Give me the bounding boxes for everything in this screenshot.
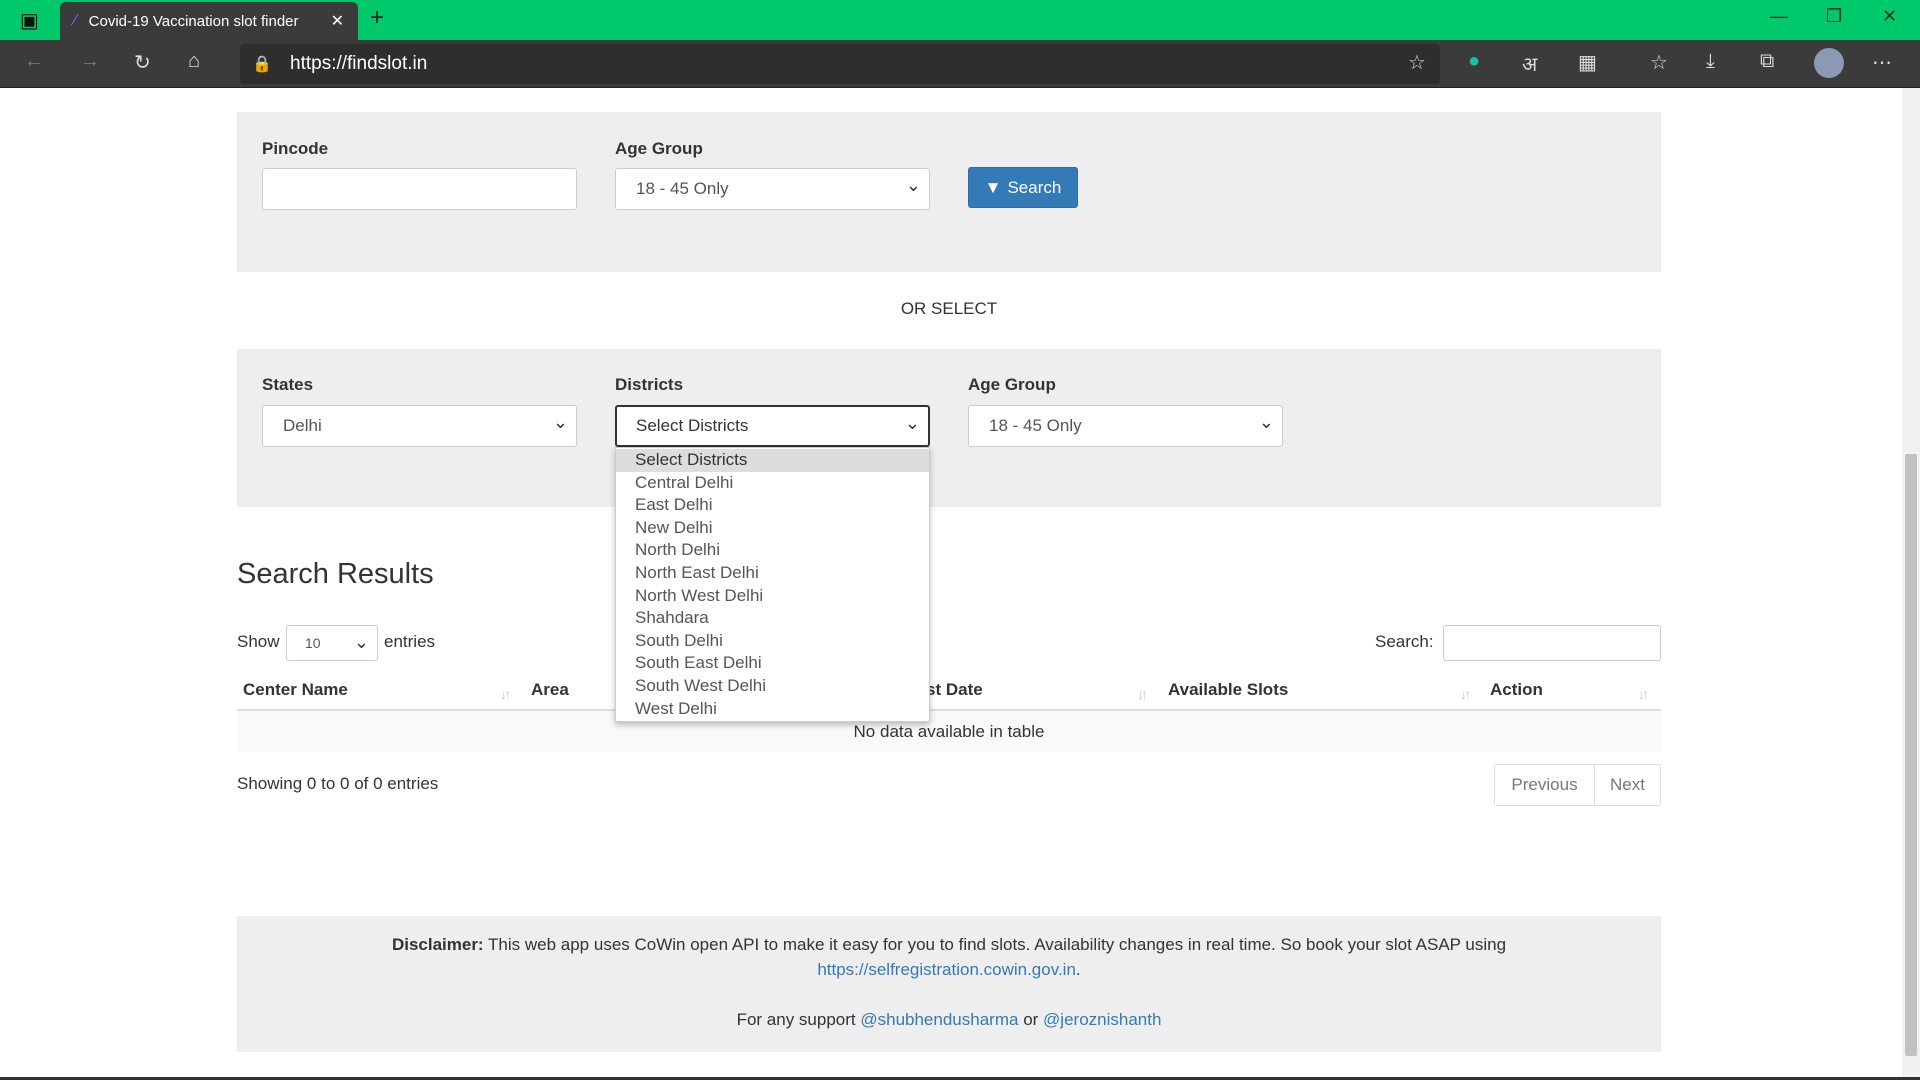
table-search-input[interactable] (1443, 625, 1661, 661)
states-select[interactable]: Delhi (262, 405, 577, 447)
district-option[interactable]: South East Delhi (616, 652, 929, 675)
translate-icon[interactable]: अ (1522, 50, 1537, 77)
empty-row: No data available in table (237, 711, 1661, 752)
district-option[interactable]: South West Delhi (616, 675, 929, 698)
col-area[interactable]: Area (531, 680, 569, 700)
pincode-input[interactable] (262, 168, 577, 210)
user1-link[interactable]: @shubhendusharma (860, 1010, 1018, 1029)
entries-select[interactable]: 10 (286, 625, 378, 661)
col-action[interactable]: Action (1490, 680, 1543, 700)
scrollbar[interactable] (1902, 88, 1920, 1078)
next-button[interactable]: Next (1594, 764, 1661, 806)
states-value: Delhi (283, 416, 322, 435)
user2-link[interactable]: @jeroznishanth (1043, 1010, 1161, 1029)
footer-panel: Disclaimer: This web app uses CoWin open… (237, 916, 1661, 1052)
cowin-link[interactable]: https://selfregistration.cowin.gov.in (817, 960, 1076, 979)
district-option[interactable]: Central Delhi (616, 472, 929, 495)
col-available-slots[interactable]: Available Slots (1168, 680, 1288, 700)
col-date[interactable]: st Date (926, 680, 983, 700)
browser-toolbar: ← → ↻ ⌂ 🔒 https://findslot.in ☆ ● अ ▦ ☆ … (0, 40, 1920, 88)
restore-button[interactable]: ❐ (1826, 6, 1842, 27)
age-group-label: Age Group (615, 139, 703, 158)
districts-select[interactable]: Select Districts (615, 405, 930, 447)
districts-label: Districts (615, 375, 684, 394)
home-icon[interactable]: ⌂ (188, 50, 200, 73)
table-search-label: Search: (1375, 632, 1434, 651)
age-group-select-2[interactable]: 18 - 45 Only (968, 405, 1283, 447)
age-group-label-2: Age Group (968, 375, 1056, 394)
collections-icon[interactable]: ⧉ (1760, 50, 1774, 73)
downloads-icon[interactable]: ⤓ (1706, 50, 1715, 73)
browser-tab[interactable]: ⁄ Covid-19 Vaccination slot finder ✕ (60, 2, 358, 40)
district-option[interactable]: North Delhi (616, 539, 929, 562)
forward-icon[interactable]: → (80, 50, 100, 73)
district-option[interactable]: New Delhi (616, 517, 929, 540)
age-group-value-2: 18 - 45 Only (989, 416, 1082, 435)
sort-icon[interactable]: ↓↑ (1137, 686, 1148, 702)
tab-bar: ▣ ⁄ Covid-19 Vaccination slot finder ✕ +… (0, 0, 1920, 40)
previous-button[interactable]: Previous (1494, 764, 1595, 806)
pincode-label: Pincode (262, 139, 329, 158)
districts-value: Select Districts (636, 416, 749, 435)
url-text: https://findslot.in (290, 53, 428, 74)
or-select-text: OR SELECT (900, 299, 998, 318)
scrollbar-thumb[interactable] (1905, 454, 1917, 1056)
or-text: or (1023, 1010, 1039, 1029)
disclaimer-text: This web app uses CoWin open API to make… (483, 935, 1507, 954)
sort-icon[interactable]: ↓↑ (500, 686, 511, 702)
tab-title: Covid-19 Vaccination slot finder (88, 12, 299, 30)
disclaimer-label: Disclaimer: (391, 935, 484, 954)
results-title: Search Results (237, 558, 434, 590)
show-label: Show (237, 632, 280, 651)
search-button-label: Search (1007, 177, 1062, 197)
sort-icon[interactable]: ↓↑ (1638, 686, 1649, 702)
filter-icon: ▼ (984, 177, 1002, 197)
more-icon[interactable]: ⋯ (1872, 50, 1892, 75)
close-window-button[interactable]: ✕ (1882, 6, 1897, 27)
tab-actions-icon[interactable]: ▣ (20, 8, 39, 33)
district-option[interactable]: Shahdara (616, 607, 929, 630)
syringe-icon: ⁄ (74, 12, 77, 29)
table-info: Showing 0 to 0 of 0 entries (237, 774, 439, 793)
entries-label: entries (384, 632, 436, 651)
avatar[interactable] (1814, 48, 1844, 78)
sort-icon[interactable]: ↓↑ (1460, 686, 1471, 702)
col-center-name[interactable]: Center Name (243, 680, 348, 700)
grammarly-icon[interactable]: ● (1468, 50, 1480, 73)
states-label: States (262, 375, 314, 394)
close-tab-icon[interactable]: ✕ (331, 11, 344, 31)
address-bar[interactable]: 🔒 https://findslot.in (240, 44, 1440, 84)
add-favorite-icon[interactable]: ☆ (1408, 50, 1426, 75)
district-option[interactable]: West Delhi (616, 698, 929, 721)
new-tab-button[interactable]: + (370, 4, 384, 32)
lock-icon: 🔒 (252, 56, 272, 73)
age-group-value: 18 - 45 Only (636, 179, 729, 198)
entries-value: 10 (305, 635, 321, 651)
district-option[interactable]: North East Delhi (616, 562, 929, 585)
district-option[interactable]: Select Districts (616, 449, 929, 472)
favorites-icon[interactable]: ☆ (1650, 50, 1668, 75)
refresh-icon[interactable]: ↻ (134, 50, 151, 75)
minimize-button[interactable]: — (1770, 6, 1788, 27)
age-group-select[interactable]: 18 - 45 Only (615, 168, 930, 210)
districts-dropdown: Select Districts Central Delhi East Delh… (615, 447, 930, 722)
district-option[interactable]: South Delhi (616, 630, 929, 653)
district-option[interactable]: East Delhi (616, 494, 929, 517)
search-button[interactable]: ▼ Search (968, 167, 1078, 208)
district-option[interactable]: North West Delhi (616, 585, 929, 608)
back-icon[interactable]: ← (24, 50, 44, 73)
extension-icon[interactable]: ▦ (1578, 50, 1597, 75)
support-text: For any support (736, 1010, 856, 1029)
